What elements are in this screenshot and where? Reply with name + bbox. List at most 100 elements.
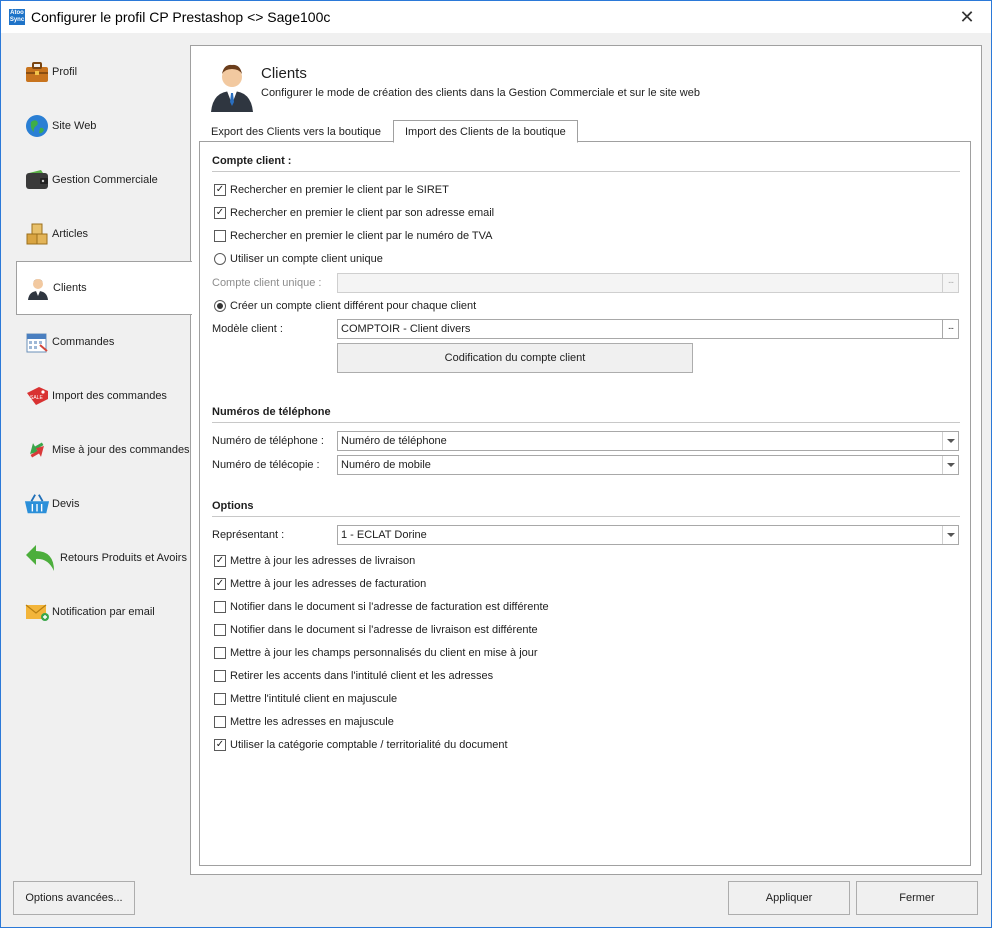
section-divider: [212, 171, 960, 172]
sidebar-item-articles[interactable]: Articles: [16, 207, 191, 261]
advanced-options-button[interactable]: Options avancées...: [13, 881, 135, 915]
sidebar-item-commandes[interactable]: Commandes: [16, 315, 191, 369]
checkbox-update-billing-addresses[interactable]: ✓ Mettre à jour les adresses de facturat…: [214, 575, 426, 593]
chevron-down-icon[interactable]: [942, 526, 958, 544]
sidebar-item-site-web[interactable]: Site Web: [16, 99, 191, 153]
checkbox-search-email[interactable]: ✓ Rechercher en premier le client par so…: [214, 204, 494, 222]
chevron-down-icon[interactable]: [942, 432, 958, 450]
browse-unique-account-button[interactable]: ...: [942, 274, 958, 292]
basket-icon: [24, 491, 50, 517]
modele-client-label: Modèle client :: [212, 323, 283, 335]
checkbox-label: Rechercher en premier le client par le S…: [230, 184, 449, 196]
fax-select-value: Numéro de mobile: [341, 459, 431, 471]
sidebar-item-label: Mise à jour des commandes: [52, 444, 190, 456]
checkbox-label: Mettre à jour les adresses de livraison: [230, 555, 416, 567]
browse-modele-client-button[interactable]: ...: [942, 320, 958, 338]
sidebar-item-label: Notification par email: [52, 606, 155, 618]
checkbox-box[interactable]: [214, 624, 226, 636]
sidebar-item-label: Site Web: [52, 120, 97, 132]
checkbox-search-tva[interactable]: Rechercher en premier le client par le n…: [214, 227, 493, 245]
phone-label: Numéro de téléphone :: [212, 435, 324, 447]
codification-button[interactable]: Codification du compte client: [337, 343, 693, 373]
sidebar-item-label: Profil: [52, 66, 78, 78]
checkbox-box[interactable]: ✓: [214, 739, 226, 751]
sidebar-item-notification-email[interactable]: Notification par email: [16, 585, 191, 639]
unique-account-field[interactable]: ...: [337, 273, 959, 293]
sidebar-item-label: Gestion Commerciale: [52, 174, 158, 186]
checkbox-update-custom-fields[interactable]: Mettre à jour les champs personnalisés d…: [214, 644, 538, 662]
fax-select[interactable]: Numéro de mobile: [337, 455, 959, 475]
section-title-options: Options: [212, 500, 254, 512]
sidebar-item-clients[interactable]: Clients: [16, 261, 192, 315]
title-bar: Atoo Sync Configurer le profil CP Presta…: [1, 1, 991, 33]
checkbox-update-delivery-addresses[interactable]: ✓ Mettre à jour les adresses de livraiso…: [214, 552, 415, 570]
checkbox-box[interactable]: ✓: [214, 578, 226, 590]
sidebar-item-mise-a-jour-commandes[interactable]: Mise à jour des commandes: [16, 423, 191, 477]
calendar-icon: [24, 329, 50, 355]
checkbox-notify-billing-diff[interactable]: Notifier dans le document si l'adresse d…: [214, 598, 549, 616]
close-button[interactable]: Fermer: [856, 881, 978, 915]
sidebar-item-gestion-commerciale[interactable]: Gestion Commerciale: [16, 153, 191, 207]
radio-circle[interactable]: [214, 300, 226, 312]
phone-select-value: Numéro de téléphone: [341, 435, 447, 447]
representant-label: Représentant :: [212, 529, 285, 541]
checkbox-box[interactable]: [214, 647, 226, 659]
checkbox-box[interactable]: ✓: [214, 207, 226, 219]
app-logo-icon: Atoo Sync: [9, 9, 25, 25]
sidebar-item-retours[interactable]: Retours Produits et Avoirs: [16, 531, 191, 585]
chevron-down-icon[interactable]: [942, 456, 958, 474]
sidebar-item-import-commandes[interactable]: SALE Import des commandes: [16, 369, 191, 423]
radio-circle[interactable]: [214, 253, 226, 265]
briefcase-icon: [24, 59, 50, 85]
checkbox-box[interactable]: [214, 230, 226, 242]
modele-client-field[interactable]: COMPTOIR - Client divers ...: [337, 319, 959, 339]
apply-button[interactable]: Appliquer: [728, 881, 850, 915]
checkbox-box[interactable]: [214, 670, 226, 682]
clients-header-icon: [209, 62, 255, 112]
checkbox-box[interactable]: ✓: [214, 184, 226, 196]
checkbox-uppercase-addresses[interactable]: Mettre les adresses en majuscule: [214, 713, 394, 731]
wallet-icon: [24, 167, 50, 193]
checkbox-use-accounting-category[interactable]: ✓ Utiliser la catégorie comptable / terr…: [214, 736, 508, 754]
checkbox-uppercase-name[interactable]: Mettre l'intitulé client en majuscule: [214, 690, 397, 708]
modele-client-value: COMPTOIR - Client divers: [341, 323, 471, 335]
phone-select[interactable]: Numéro de téléphone: [337, 431, 959, 451]
checkbox-label: Mettre à jour les adresses de facturatio…: [230, 578, 427, 590]
checkbox-label: Mettre à jour les champs personnalisés d…: [230, 647, 538, 659]
radio-label: Créer un compte client différent pour ch…: [230, 300, 477, 312]
globe-icon: [24, 113, 50, 139]
section-title-telephone: Numéros de téléphone: [212, 406, 331, 418]
checkbox-label: Rechercher en premier le client par son …: [230, 207, 495, 219]
checkbox-remove-accents[interactable]: Retirer les accents dans l'intitulé clie…: [214, 667, 493, 685]
checkbox-notify-delivery-diff[interactable]: Notifier dans le document si l'adresse d…: [214, 621, 538, 639]
representant-select[interactable]: 1 - ECLAT Dorine: [337, 525, 959, 545]
page-subtitle: Configurer le mode de création des clien…: [261, 87, 700, 99]
checkbox-box[interactable]: [214, 693, 226, 705]
checkbox-search-siret[interactable]: ✓ Rechercher en premier le client par le…: [214, 181, 449, 199]
sidebar-item-label: Import des commandes: [52, 390, 167, 402]
tab-import-clients[interactable]: Import des Clients de la boutique: [392, 120, 578, 143]
section-divider: [212, 422, 960, 423]
sidebar-item-label: Commandes: [52, 336, 115, 348]
sidebar-item-profil[interactable]: Profil: [16, 45, 191, 99]
section-divider: [212, 516, 960, 517]
checkbox-box[interactable]: [214, 601, 226, 613]
radio-different-account[interactable]: Créer un compte client différent pour ch…: [214, 297, 476, 315]
checkbox-box[interactable]: [214, 716, 226, 728]
sidebar-nav: Profil Site Web Gestion Commerciale Arti…: [2, 45, 192, 875]
svg-text:SALE: SALE: [30, 395, 43, 401]
sidebar-item-devis[interactable]: Devis: [16, 477, 191, 531]
tab-export-clients[interactable]: Export des Clients vers la boutique: [199, 120, 393, 142]
section-title-compte-client: Compte client :: [212, 155, 292, 167]
checkbox-box[interactable]: ✓: [214, 555, 226, 567]
close-window-button[interactable]: ✕: [957, 7, 977, 27]
sidebar-item-label: Articles: [52, 228, 89, 240]
boxes-icon: [24, 221, 50, 247]
dialog-window: Atoo Sync Configurer le profil CP Presta…: [0, 0, 992, 928]
checkbox-label: Notifier dans le document si l'adresse d…: [230, 601, 549, 613]
radio-unique-account[interactable]: Utiliser un compte client unique: [214, 250, 383, 268]
window-title: Configurer le profil CP Prestashop <> Sa…: [31, 9, 331, 25]
representant-select-value: 1 - ECLAT Dorine: [341, 529, 427, 541]
radio-label: Utiliser un compte client unique: [230, 253, 383, 265]
unique-account-label: Compte client unique :: [212, 277, 322, 289]
